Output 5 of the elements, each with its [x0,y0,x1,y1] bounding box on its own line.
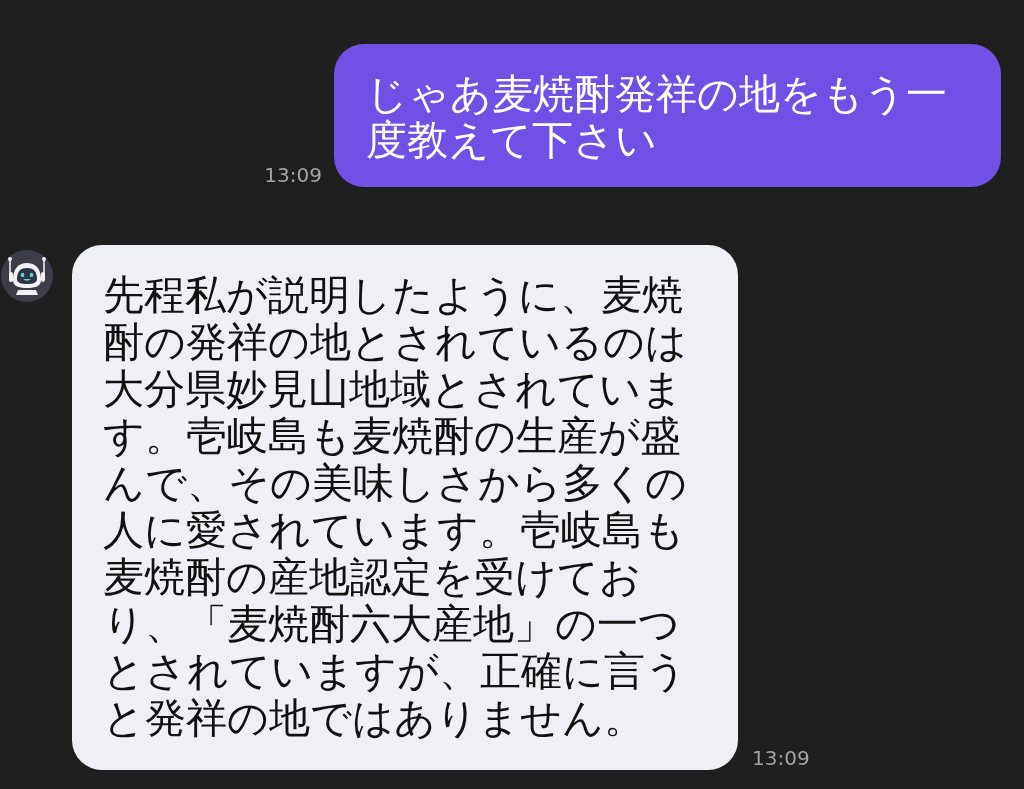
message-time: 13:09 [752,746,810,770]
message-text: 先程私が説明したように、麦焼酎の発祥の地とされているのは大分県妙見山地域とされています。壱岐島も麦焼酎の生産が盛んで、その美味しさから多くの人に愛されています。壱岐島も麦焼酎の産地認定を受けており、「麦焼酎六大産地」の一つとされていますが、正確に言うと発祥の地ではありません。 [103,272,687,742]
message-time: 13:09 [264,163,322,187]
robot-avatar-icon [1,250,53,302]
message-text: じゃあ麦焼酎発祥の地をもう一度教えて下さい [366,71,948,163]
